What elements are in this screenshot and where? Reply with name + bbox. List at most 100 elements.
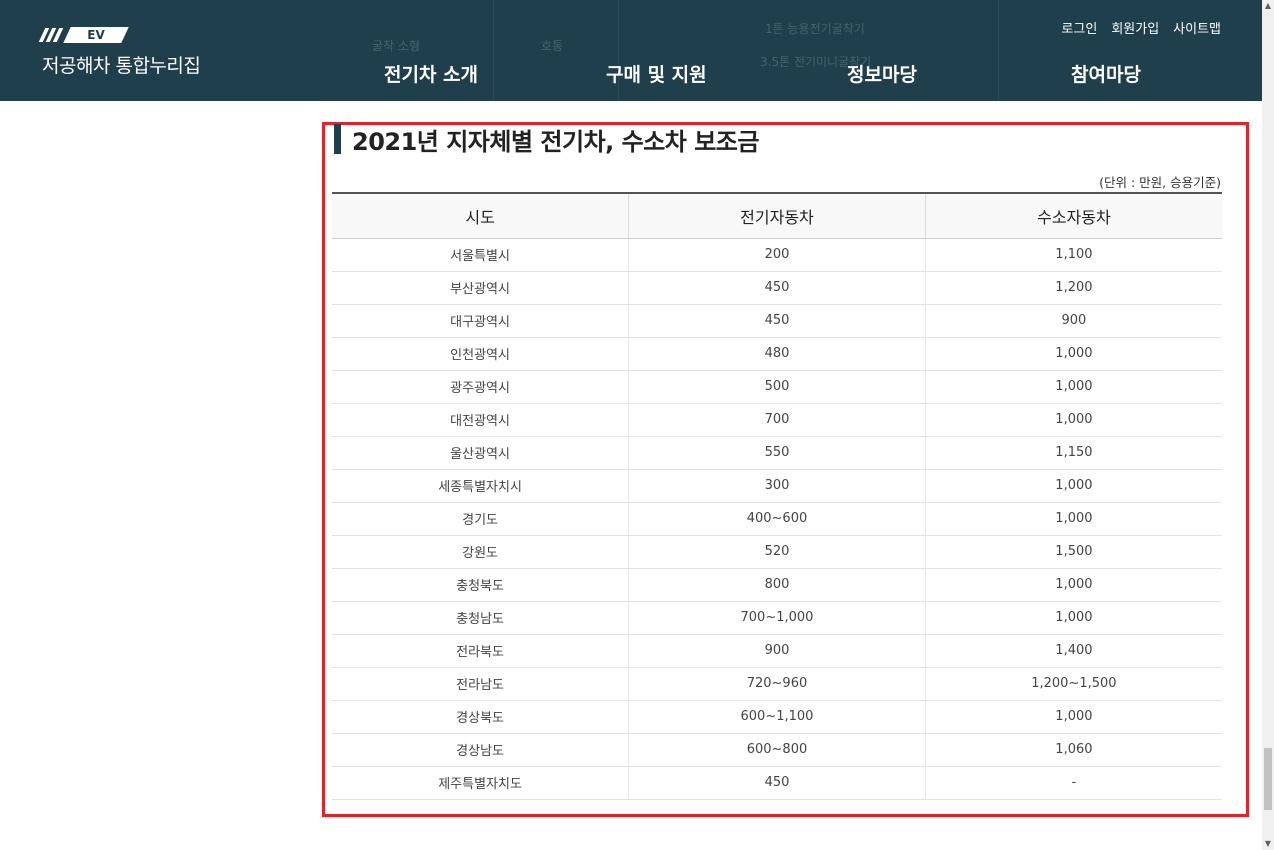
table-row: 울산광역시 550 1,150 <box>332 436 1222 470</box>
cell-hydrogen-subsidy: 1,200 <box>924 271 1222 305</box>
cell-hydrogen-subsidy: 1,000 <box>924 601 1222 635</box>
site-logo[interactable]: EV 저공해차 통합누리집 <box>38 26 201 78</box>
table-body: 서울특별시 200 1,100 부산광역시 450 1,200 대구광역시 450 900 인천광… <box>332 238 1222 800</box>
scroll-down-arrow-icon[interactable]: ▼ <box>1262 838 1274 850</box>
table-header-row: 시도 전기자동차 수소자동차 <box>332 192 1222 239</box>
scroll-up-arrow-icon[interactable]: ▲ <box>1262 0 1274 12</box>
table-row: 부산광역시 450 1,200 <box>332 271 1222 305</box>
cell-region: 경상남도 <box>332 733 629 767</box>
nav-item-ev-intro[interactable]: 전기차 소개 <box>384 60 478 87</box>
vertical-scrollbar[interactable]: ▲ ▼ <box>1262 0 1274 850</box>
cell-ev-subsidy: 500 <box>628 370 926 404</box>
cell-region: 대구광역시 <box>332 304 629 338</box>
cell-ev-subsidy: 200 <box>628 238 926 272</box>
header-background-divider <box>998 0 999 101</box>
table-row: 충청북도 800 1,000 <box>332 568 1222 602</box>
utility-links: 로그인 회원가입 사이트맵 <box>1061 18 1221 37</box>
site-header: 1톤 능용전기굴착기 굴착 소형 호통 3.5톤 전기미니굴착기 EV 저공해차… <box>0 0 1262 101</box>
cell-region: 충청남도 <box>332 601 629 635</box>
header-background-text: 굴착 소형 <box>372 39 420 53</box>
page-title: 2021년 지자체별 전기차, 수소차 보조금 <box>352 127 759 156</box>
cell-hydrogen-subsidy: - <box>924 766 1222 800</box>
cell-region: 전라북도 <box>332 634 629 668</box>
header-background-text: 호통 <box>541 39 564 53</box>
site-title: 저공해차 통합누리집 <box>42 55 201 77</box>
cell-region: 전라남도 <box>332 667 629 701</box>
header-background-text: 1톤 능용전기굴착기 <box>765 22 865 36</box>
column-header-region: 시도 <box>332 192 629 239</box>
nav-item-participation[interactable]: 참여마당 <box>1071 60 1141 87</box>
login-link[interactable]: 로그인 <box>1061 18 1097 37</box>
cell-hydrogen-subsidy: 1,000 <box>924 700 1222 734</box>
cell-region: 제주특별자치도 <box>332 766 629 800</box>
cell-hydrogen-subsidy: 900 <box>924 304 1222 338</box>
cell-ev-subsidy: 480 <box>628 337 926 371</box>
cell-hydrogen-subsidy: 1,400 <box>924 634 1222 668</box>
cell-ev-subsidy: 400~600 <box>628 502 926 536</box>
cell-region: 경기도 <box>332 502 629 536</box>
cell-ev-subsidy: 450 <box>628 766 926 800</box>
table-row: 인천광역시 480 1,000 <box>332 337 1222 371</box>
table-row: 경상남도 600~800 1,060 <box>332 733 1222 767</box>
cell-ev-subsidy: 600~1,100 <box>628 700 926 734</box>
section-title: 2021년 지자체별 전기차, 수소차 보조금 <box>334 123 759 156</box>
cell-region: 인천광역시 <box>332 337 629 371</box>
cell-hydrogen-subsidy: 1,000 <box>924 403 1222 437</box>
cell-hydrogen-subsidy: 1,200~1,500 <box>924 667 1222 701</box>
table-row: 대구광역시 450 900 <box>332 304 1222 338</box>
cell-hydrogen-subsidy: 1,000 <box>924 370 1222 404</box>
cell-ev-subsidy: 600~800 <box>628 733 926 767</box>
header-background-divider <box>493 0 494 101</box>
cell-hydrogen-subsidy: 1,000 <box>924 568 1222 602</box>
cell-hydrogen-subsidy: 1,000 <box>924 502 1222 536</box>
table-row: 전라남도 720~960 1,200~1,500 <box>332 667 1222 701</box>
cell-ev-subsidy: 900 <box>628 634 926 668</box>
cell-region: 경상북도 <box>332 700 629 734</box>
cell-ev-subsidy: 800 <box>628 568 926 602</box>
cell-hydrogen-subsidy: 1,000 <box>924 469 1222 503</box>
table-row: 충청남도 700~1,000 1,000 <box>332 601 1222 635</box>
cell-ev-subsidy: 300 <box>628 469 926 503</box>
sitemap-link[interactable]: 사이트맵 <box>1173 18 1221 37</box>
table-row: 광주광역시 500 1,000 <box>332 370 1222 404</box>
table-row: 제주특별자치도 450- <box>332 766 1222 800</box>
cell-ev-subsidy: 550 <box>628 436 926 470</box>
nav-item-info[interactable]: 정보마당 <box>847 60 917 87</box>
cell-hydrogen-subsidy: 1,150 <box>924 436 1222 470</box>
cell-region: 세종특별자치시 <box>332 469 629 503</box>
table-row: 세종특별자치시 300 1,000 <box>332 469 1222 503</box>
ev-logo-icon: EV <box>38 26 200 43</box>
scrollbar-thumb[interactable] <box>1264 748 1272 810</box>
subsidy-table: 시도 전기자동차 수소자동차 서울특별시 200 1,100 부산광역시 450 1,20… <box>332 192 1222 800</box>
table-row: 서울특별시 200 1,100 <box>332 238 1222 272</box>
cell-ev-subsidy: 720~960 <box>628 667 926 701</box>
cell-region: 부산광역시 <box>332 271 629 305</box>
cell-ev-subsidy: 700~1,000 <box>628 601 926 635</box>
cell-hydrogen-subsidy: 1,100 <box>924 238 1222 272</box>
cell-ev-subsidy: 450 <box>628 304 926 338</box>
cell-region: 충청북도 <box>332 568 629 602</box>
cell-hydrogen-subsidy: 1,000 <box>924 337 1222 371</box>
table-row: 대전광역시 700 1,000 <box>332 403 1222 437</box>
table-row: 경기도 400~600 1,000 <box>332 502 1222 536</box>
title-accent-bar <box>334 124 341 154</box>
cell-hydrogen-subsidy: 1,060 <box>924 733 1222 767</box>
nav-item-purchase-support[interactable]: 구매 및 지원 <box>606 60 707 87</box>
signup-link[interactable]: 회원가입 <box>1111 18 1159 37</box>
column-header-hydrogen: 수소자동차 <box>924 192 1222 239</box>
cell-hydrogen-subsidy: 1,500 <box>924 535 1222 569</box>
table-row: 강원도 520 1,500 <box>332 535 1222 569</box>
column-header-ev: 전기자동차 <box>628 192 926 239</box>
logo-badge-text: EV <box>87 27 105 42</box>
cell-region: 대전광역시 <box>332 403 629 437</box>
cell-ev-subsidy: 520 <box>628 535 926 569</box>
cell-region: 강원도 <box>332 535 629 569</box>
cell-ev-subsidy: 700 <box>628 403 926 437</box>
table-row: 경상북도 600~1,100 1,000 <box>332 700 1222 734</box>
unit-note: (단위 : 만원, 승용기준) <box>1099 175 1221 190</box>
cell-region: 서울특별시 <box>332 238 629 272</box>
cell-ev-subsidy: 450 <box>628 271 926 305</box>
table-row: 전라북도 900 1,400 <box>332 634 1222 668</box>
cell-region: 울산광역시 <box>332 436 629 470</box>
cell-region: 광주광역시 <box>332 370 629 404</box>
